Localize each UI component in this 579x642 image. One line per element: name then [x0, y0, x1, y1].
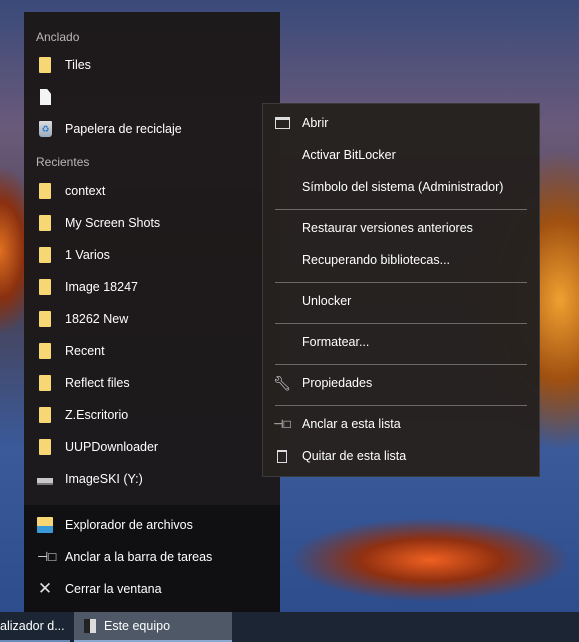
item-label: Reflect files: [65, 376, 130, 390]
menu-item-pin-to-list[interactable]: ⊣□ Anclar a esta lista: [263, 408, 539, 440]
recent-item[interactable]: context: [24, 175, 280, 207]
item-label: Z.Escritorio: [65, 408, 129, 422]
menu-item-unlocker[interactable]: Unlocker: [263, 285, 539, 317]
close-icon: ✕: [37, 579, 53, 598]
menu-item-open[interactable]: Abrir: [263, 107, 539, 139]
menu-label: Activar BitLocker: [302, 148, 396, 162]
item-label: My Screen Shots: [65, 216, 161, 230]
divider: [275, 282, 527, 283]
folder-icon: [39, 247, 51, 263]
folder-icon: [39, 183, 51, 199]
file-icon: [40, 89, 51, 105]
recent-item[interactable]: UUPDownloader: [24, 431, 280, 463]
pinned-item-recycle-bin[interactable]: ♻ Papelera de reciclaje: [24, 113, 280, 145]
close-window-button[interactable]: ✕ Cerrar la ventana: [24, 573, 280, 605]
jump-list-actions: Explorador de archivos ⊣□ Anclar a la bar…: [24, 505, 280, 612]
pinned-item-tiles[interactable]: Tiles: [24, 49, 280, 81]
recent-item[interactable]: Recent: [24, 335, 280, 367]
menu-label: Símbolo del sistema (Administrador): [302, 180, 504, 194]
menu-label: Propiedades: [302, 376, 373, 390]
folder-icon: [39, 311, 51, 327]
pinned-item-file[interactable]: [24, 81, 280, 113]
folder-icon: [39, 279, 51, 295]
folder-icon: [39, 375, 51, 391]
item-label: 18262 New: [65, 312, 129, 326]
menu-item-format[interactable]: Formatear...: [263, 326, 539, 358]
divider: [275, 364, 527, 365]
menu-item-bitlocker[interactable]: Activar BitLocker: [263, 139, 539, 171]
divider: [275, 405, 527, 406]
this-pc-icon: [84, 619, 96, 633]
file-explorer-button[interactable]: Explorador de archivos: [24, 509, 280, 541]
recycle-bin-icon: ♻: [39, 121, 52, 137]
taskbar: alizador d... Este equipo: [0, 612, 579, 642]
menu-item-cmd-admin[interactable]: Símbolo del sistema (Administrador): [263, 171, 539, 203]
pin-to-taskbar-button[interactable]: ⊣□ Anclar a la barra de tareas: [24, 541, 280, 573]
recent-item[interactable]: Z.Escritorio: [24, 399, 280, 431]
item-label: Recent: [65, 344, 105, 358]
recent-item[interactable]: 1 Varios: [24, 239, 280, 271]
menu-item-remove-from-list[interactable]: Quitar de esta lista: [263, 440, 539, 472]
item-label: Papelera de reciclaje: [65, 122, 182, 136]
window-icon: [274, 115, 290, 131]
item-label: 1 Varios: [65, 248, 110, 262]
pinned-header: Anclado: [36, 30, 80, 44]
recent-item[interactable]: My Screen Shots: [24, 207, 280, 239]
folder-icon: [39, 57, 51, 73]
recent-item[interactable]: 18262 New: [24, 303, 280, 335]
menu-label: Quitar de esta lista: [302, 449, 407, 463]
item-label: context: [65, 184, 106, 198]
menu-label: Abrir: [302, 116, 329, 130]
trash-icon: [274, 448, 290, 464]
folder-icon: [39, 439, 51, 455]
menu-label: Restaurar versiones anteriores: [302, 221, 473, 235]
wrench-icon: 🔧︎: [273, 374, 291, 391]
divider: [275, 323, 527, 324]
divider: [275, 209, 527, 210]
item-label: Explorador de archivos: [65, 518, 193, 532]
item-label: Tiles: [65, 58, 91, 72]
folder-icon: [39, 407, 51, 423]
file-explorer-icon: [37, 517, 53, 533]
drive-icon: [37, 478, 53, 485]
taskbar-item-this-pc[interactable]: Este equipo: [74, 612, 232, 642]
item-label: Image 18247: [65, 280, 138, 294]
menu-label: Recuperando bibliotecas...: [302, 253, 451, 267]
pin-icon: ⊣□: [37, 549, 57, 564]
menu-item-recover-libraries[interactable]: Recuperando bibliotecas...: [263, 244, 539, 276]
taskbar-label: alizador d...: [0, 619, 65, 633]
pin-icon: ⊣□: [273, 417, 291, 431]
menu-item-restore-versions[interactable]: Restaurar versiones anteriores: [263, 212, 539, 244]
folder-icon: [39, 343, 51, 359]
recent-item[interactable]: Image 18247: [24, 271, 280, 303]
taskbar-item-app[interactable]: alizador d...: [0, 612, 70, 642]
menu-label: Unlocker: [302, 294, 352, 308]
context-menu: Abrir Activar BitLocker Símbolo del sist…: [262, 103, 540, 477]
jump-list: Anclado Tiles ♻ Papelera de reciclaje Rec…: [24, 12, 280, 612]
folder-icon: [39, 215, 51, 231]
recent-item[interactable]: ImageSKI (Y:): [24, 463, 280, 495]
item-label: UUPDownloader: [65, 440, 159, 454]
menu-label: Formatear...: [302, 335, 370, 349]
menu-item-properties[interactable]: 🔧︎ Propiedades: [263, 367, 539, 399]
menu-label: Anclar a esta lista: [302, 417, 401, 431]
item-label: Anclar a la barra de tareas: [65, 550, 213, 564]
recent-header: Recientes: [36, 155, 90, 169]
item-label: ImageSKI (Y:): [65, 472, 143, 486]
item-label: Cerrar la ventana: [65, 582, 162, 596]
recent-item[interactable]: Reflect files: [24, 367, 280, 399]
taskbar-label: Este equipo: [104, 619, 171, 633]
